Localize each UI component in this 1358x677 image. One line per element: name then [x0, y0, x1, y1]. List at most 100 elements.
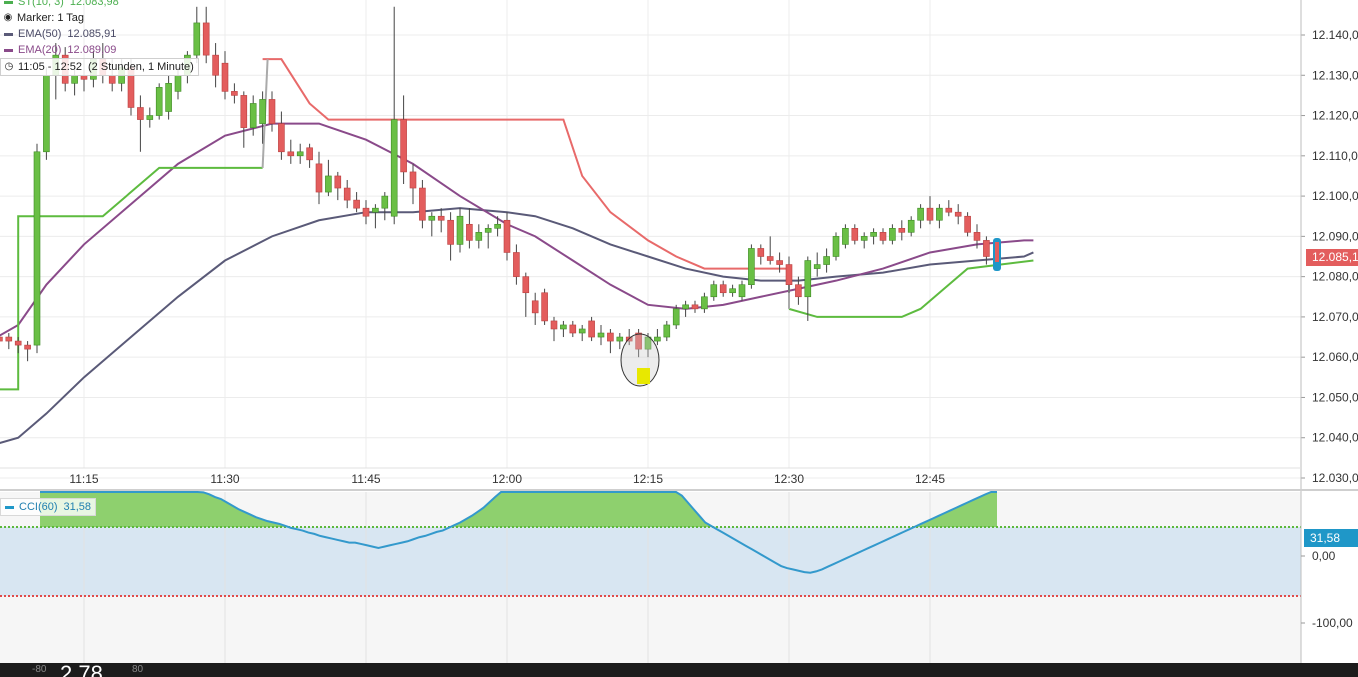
- candle-body: [710, 284, 718, 298]
- range-extra: (2 Stunden, 1 Minute): [88, 61, 194, 73]
- candle-body: [155, 87, 163, 116]
- marker-label: Marker: 1 Tag: [17, 12, 85, 24]
- ema50-line: [0, 207, 1034, 444]
- y-tick-label: 12.080,00: [1312, 270, 1358, 284]
- cci-tick-label: 0,00: [1312, 549, 1336, 563]
- candle-body: [0, 336, 3, 342]
- candle-body: [851, 228, 859, 241]
- candle-body: [729, 288, 736, 294]
- ema20-value: 12.089,09: [67, 44, 117, 56]
- x-tick-label: 12:30: [774, 472, 804, 486]
- candle-body: [306, 147, 313, 161]
- candle-body: [325, 175, 332, 193]
- candle-body: [738, 284, 746, 298]
- candle-body: [757, 248, 765, 257]
- candle-body: [174, 74, 182, 92]
- candle-body: [428, 215, 436, 221]
- day-marker: [620, 333, 660, 387]
- candle-body: [503, 219, 511, 253]
- candle-body: [221, 62, 229, 92]
- candle-body: [259, 99, 266, 124]
- candle-body: [362, 207, 370, 217]
- footer-left-value: -80: [32, 664, 47, 675]
- candle-body: [334, 175, 342, 189]
- supertrend-segment: [262, 58, 789, 270]
- cci-legend[interactable]: CCI(60) 31,58: [0, 498, 97, 516]
- y-tick-label: 12.130,00: [1312, 68, 1358, 82]
- candle-body: [560, 324, 567, 330]
- candle-body: [879, 232, 887, 241]
- st-swatch: [4, 0, 13, 4]
- candle-body: [973, 232, 981, 241]
- candle-body: [917, 207, 924, 221]
- legend-ema50[interactable]: EMA(50) 12.085,91: [0, 26, 199, 42]
- candle-body: [372, 207, 379, 213]
- candle-body: [278, 123, 285, 153]
- candle-body: [719, 284, 727, 294]
- chart[interactable]: 12.140,00 12.130,00 12.120,00 12.110,00 12.1…: [0, 0, 1358, 663]
- y-tick-label: 12.100,00: [1312, 189, 1358, 203]
- x-tick-label: 12:00: [492, 472, 522, 486]
- candle-body: [419, 187, 426, 221]
- candle-body: [381, 195, 389, 209]
- candle-body: [137, 107, 144, 120]
- candle-body: [5, 336, 13, 342]
- candle-body: [165, 83, 172, 112]
- candle-body: [804, 260, 812, 298]
- candle-body: [701, 296, 708, 310]
- x-tick-label: 12:15: [633, 472, 663, 486]
- candle-body: [466, 223, 473, 241]
- candle-body: [691, 304, 699, 310]
- candle-body: [663, 324, 671, 338]
- target-icon: ◉: [3, 12, 13, 23]
- legend: ST(10, 3) 12.083,98 ◉ Marker: 1 Tag EMA(…: [0, 0, 199, 76]
- x-tick-label: 11:30: [210, 472, 239, 486]
- y-tick-label: 12.030,00: [1312, 471, 1358, 485]
- candle-body: [353, 199, 360, 209]
- candle-body: [870, 232, 877, 237]
- candle-body: [33, 151, 41, 346]
- candle-body: [682, 304, 689, 310]
- candle-body: [569, 324, 577, 334]
- candle-body: [907, 219, 915, 233]
- marker-highlight: [637, 368, 650, 384]
- footer-big-value: 2,78: [60, 663, 103, 677]
- candle-body: [842, 228, 849, 245]
- candle-body: [964, 215, 971, 233]
- candle-body: [785, 264, 793, 285]
- candle-body: [654, 336, 661, 342]
- candle-body: [616, 336, 624, 342]
- clock-icon: ◷: [4, 61, 14, 72]
- candle-body: [936, 207, 943, 221]
- candle-body: [550, 320, 558, 330]
- candle-body: [343, 187, 351, 201]
- candle-body: [578, 328, 586, 334]
- candle-body: [945, 207, 953, 213]
- candle-body: [437, 215, 445, 221]
- cci-last-badge: 31,58: [1304, 529, 1358, 547]
- ema20-label: EMA(20): [18, 44, 62, 56]
- candle-body: [494, 223, 501, 229]
- legend-ema20[interactable]: EMA(20) 12.089,09: [0, 42, 199, 58]
- candle-body: [390, 119, 398, 217]
- candle-body: [954, 211, 962, 217]
- x-tick-label: 11:45: [351, 472, 380, 486]
- y-tick-label: 12.050,00: [1312, 390, 1358, 404]
- ema50-label: EMA(50): [18, 28, 62, 40]
- candle-body: [813, 264, 821, 269]
- y-tick-label: 12.090,00: [1312, 229, 1358, 243]
- ema20-swatch: [4, 48, 13, 52]
- legend-range[interactable]: ◷ 11:05 - 12:52 (2 Stunden, 1 Minute): [0, 58, 199, 76]
- candle-body: [24, 344, 31, 350]
- y-tick-label: 12.060,00: [1312, 350, 1358, 364]
- candle-body: [240, 95, 248, 128]
- candle-body: [860, 236, 868, 241]
- grid: [0, 0, 1301, 663]
- candle-body: [315, 163, 323, 193]
- st-label: ST(10, 3): [18, 0, 64, 8]
- legend-st[interactable]: ST(10, 3) 12.083,98: [0, 0, 199, 10]
- cci-tick-label: -100,00: [1312, 616, 1353, 630]
- candle-body: [108, 74, 116, 84]
- legend-marker[interactable]: ◉ Marker: 1 Tag: [0, 10, 199, 26]
- candle-body: [531, 300, 539, 314]
